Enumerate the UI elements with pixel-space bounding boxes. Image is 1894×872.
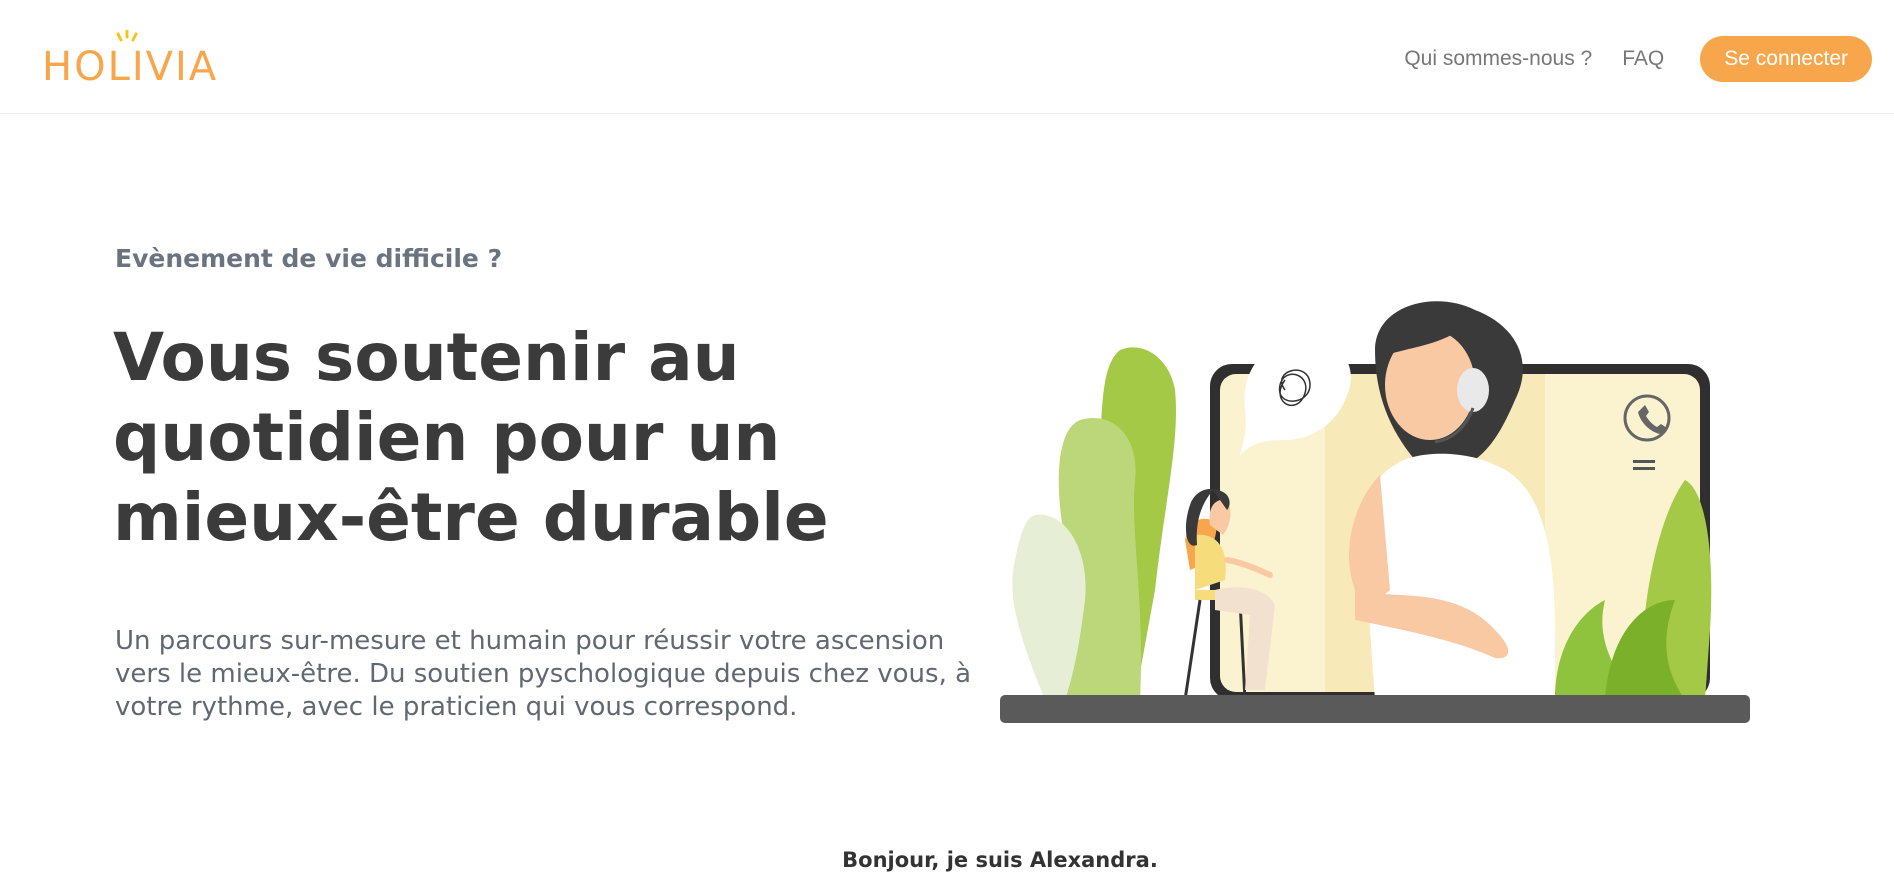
- svg-text:HOLIVIA: HOLIVIA: [42, 44, 218, 86]
- site-header: HOLIVIA Qui sommes-nous ? FAQ Se connect…: [0, 0, 1894, 114]
- hero-description: Un parcours sur-mesure et humain pour ré…: [115, 626, 972, 722]
- support-agent: [1349, 301, 1555, 700]
- nav-faq-link[interactable]: FAQ: [1622, 47, 1664, 71]
- hero-eyebrow: Evènement de vie difficile ?: [115, 244, 503, 273]
- desk-surface: [1000, 695, 1750, 723]
- login-button[interactable]: Se connecter: [1700, 36, 1872, 82]
- holivia-logo[interactable]: HOLIVIA: [40, 30, 240, 86]
- nav-about-link[interactable]: Qui sommes-nous ?: [1404, 47, 1592, 71]
- intro-greeting: Bonjour, je suis Alexandra.: [842, 848, 1158, 872]
- main-nav: Qui sommes-nous ? FAQ Se connecter: [1404, 36, 1872, 82]
- background-leaves: [1012, 347, 1176, 700]
- hero-illustration: [1000, 301, 1750, 723]
- hero-title: Vous soutenir au quotidien pour un mieux…: [113, 319, 829, 556]
